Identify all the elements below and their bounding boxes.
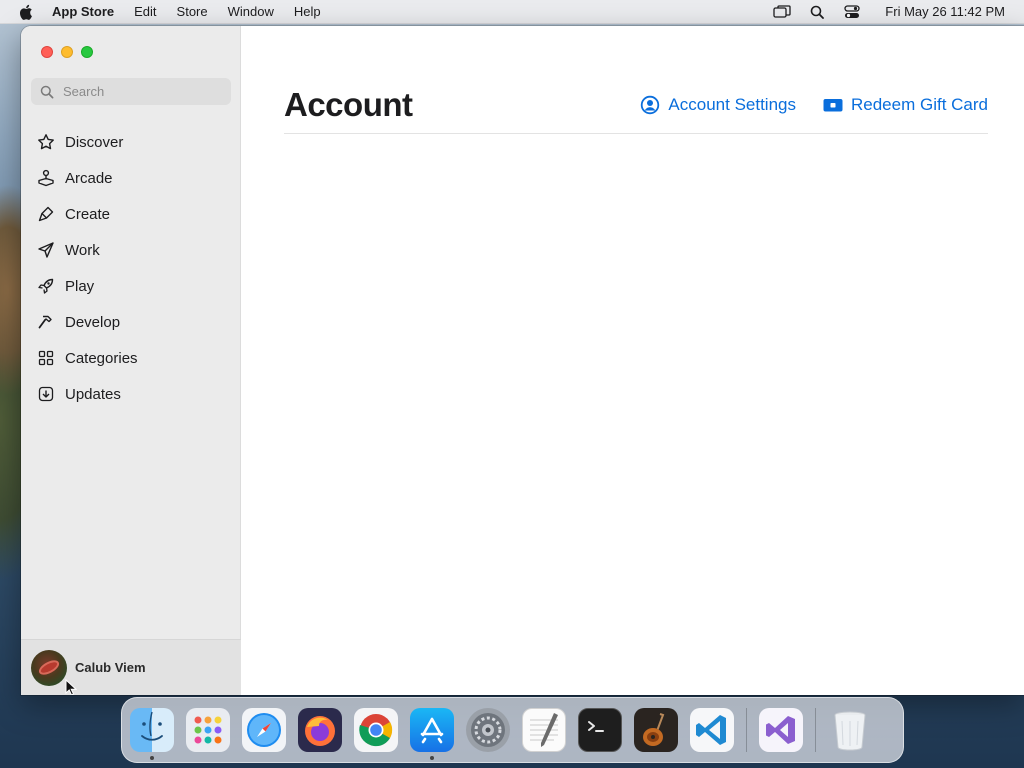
sidebar-item-categories[interactable]: Categories: [21, 340, 241, 376]
trash-icon[interactable]: [828, 708, 872, 752]
finder-icon[interactable]: [130, 708, 174, 760]
account-profile[interactable]: Calub Viem: [21, 639, 241, 695]
running-indicator: [430, 756, 434, 760]
menu-edit[interactable]: Edit: [134, 4, 156, 19]
joystick-icon: [36, 168, 56, 188]
safari-icon[interactable]: [242, 708, 286, 752]
main-content: Account Account Settings Redeem Gift Car…: [242, 26, 1024, 695]
sidebar-item-label: Arcade: [65, 169, 113, 187]
launchpad-icon[interactable]: [186, 708, 230, 752]
control-center-icon[interactable]: [843, 4, 861, 20]
account-settings-link[interactable]: Account Settings: [640, 95, 796, 115]
app-store-icon[interactable]: [410, 708, 454, 760]
terminal-icon[interactable]: [578, 708, 622, 752]
sidebar-item-discover[interactable]: Discover: [21, 124, 241, 160]
zoom-button[interactable]: [81, 46, 93, 58]
hammer-icon: [36, 312, 56, 332]
sidebar-item-label: Categories: [65, 349, 138, 367]
search-placeholder: Search: [63, 84, 105, 99]
brush-icon: [36, 204, 56, 224]
header-divider: [284, 133, 988, 134]
search-field[interactable]: Search: [31, 78, 231, 105]
firefox-icon[interactable]: [298, 708, 342, 752]
sidebar-item-label: Develop: [65, 313, 121, 331]
menu-clock[interactable]: Fri May 26 11:42 PM: [885, 4, 1005, 19]
mouse-cursor-icon: [65, 678, 78, 695]
sidebar-item-create[interactable]: Create: [21, 196, 241, 232]
grid-icon: [36, 348, 56, 368]
redeem-gift-card-link[interactable]: Redeem Gift Card: [823, 95, 988, 115]
menu-store[interactable]: Store: [177, 4, 208, 19]
minimize-button[interactable]: [61, 46, 73, 58]
app-store-window: Search Discover Arcade Create Work Play …: [21, 26, 1024, 695]
menu-bar: App Store Edit Store Window Help Fri May…: [0, 0, 1024, 24]
sidebar-item-label: Discover: [65, 133, 124, 151]
chrome-icon[interactable]: [354, 708, 398, 752]
sidebar-item-work[interactable]: Work: [21, 232, 241, 268]
spotlight-icon[interactable]: [808, 4, 826, 20]
sidebar-item-label: Create: [65, 205, 111, 223]
avatar[interactable]: [31, 649, 67, 686]
page-title: Account: [284, 86, 413, 123]
vscode-icon[interactable]: [690, 708, 734, 752]
magnifier-icon: [40, 85, 54, 99]
running-indicator: [150, 756, 154, 760]
sidebar: Search Discover Arcade Create Work Play …: [21, 26, 241, 695]
textedit-icon[interactable]: [522, 708, 566, 752]
sidebar-item-play[interactable]: Play: [21, 268, 241, 304]
sidebar-item-label: Play: [65, 277, 95, 295]
sidebar-item-develop[interactable]: Develop: [21, 304, 241, 340]
download-icon: [36, 384, 56, 404]
menu-app-store[interactable]: App Store: [52, 4, 114, 19]
person-circle-icon: [640, 95, 660, 115]
screen-mirroring-icon[interactable]: [773, 4, 791, 20]
redeem-gift-card-label: Redeem Gift Card: [851, 95, 988, 114]
visual-studio-icon[interactable]: [759, 708, 803, 752]
dock-separator: [746, 708, 747, 752]
star-icon: [36, 132, 56, 152]
header-actions: Account Settings Redeem Gift Card: [640, 95, 988, 115]
system-preferences-icon[interactable]: [466, 708, 510, 752]
profile-name: Calub Viem: [75, 660, 146, 675]
close-button[interactable]: [41, 46, 53, 58]
sidebar-item-arcade[interactable]: Arcade: [21, 160, 241, 196]
menu-help[interactable]: Help: [294, 4, 321, 19]
sidebar-item-label: Updates: [65, 385, 121, 403]
sidebar-nav: Discover Arcade Create Work Play Develop…: [21, 124, 241, 412]
account-settings-label: Account Settings: [668, 95, 796, 114]
dock: [121, 697, 904, 763]
dock-separator: [815, 708, 816, 752]
paperplane-icon: [36, 240, 56, 260]
apple-icon[interactable]: [18, 4, 34, 20]
window-controls: [41, 46, 101, 58]
sidebar-item-label: Work: [65, 241, 100, 259]
rocket-icon: [36, 276, 56, 296]
sidebar-item-updates[interactable]: Updates: [21, 376, 241, 412]
menu-window[interactable]: Window: [228, 4, 274, 19]
garageband-icon[interactable]: [634, 708, 678, 752]
gift-card-icon: [823, 95, 843, 115]
